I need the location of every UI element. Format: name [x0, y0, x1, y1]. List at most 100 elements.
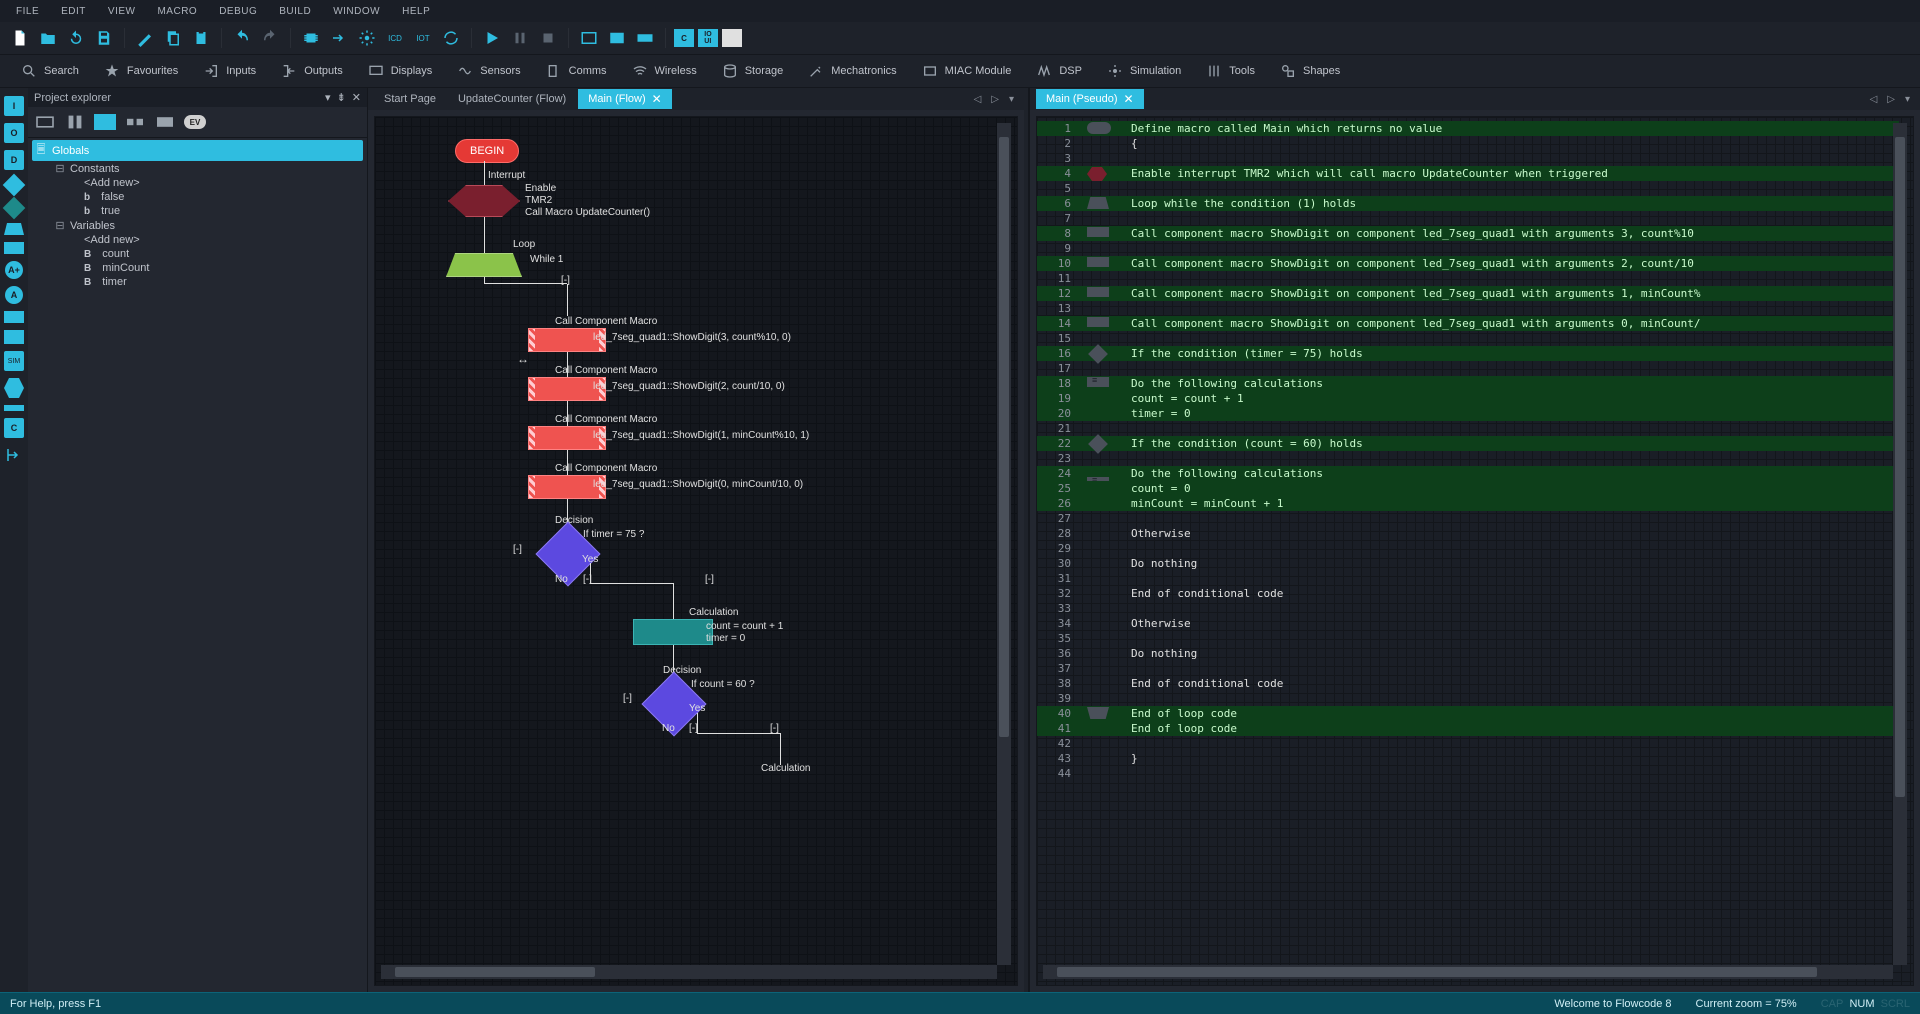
et-ports-icon[interactable]: [34, 113, 56, 131]
tbx-decision-icon[interactable]: [3, 174, 26, 197]
tree-item[interactable]: B count: [32, 247, 363, 261]
flow-canvas[interactable]: BEGIN Interrupt Enable TMR2 Call Macro U…: [375, 117, 1017, 985]
pseudo-line[interactable]: 29: [1037, 541, 1899, 556]
pause-icon[interactable]: [508, 26, 532, 50]
pseudo-line[interactable]: 43}: [1037, 751, 1899, 766]
pseudo-line[interactable]: 30 Do nothing: [1037, 556, 1899, 571]
box-blank-icon[interactable]: [722, 29, 742, 47]
menu-view[interactable]: VIEW: [98, 4, 146, 19]
reload-icon[interactable]: [64, 26, 88, 50]
play-icon[interactable]: [480, 26, 504, 50]
comp-miac[interactable]: MIAC Module: [909, 59, 1024, 83]
tbx-switch-icon[interactable]: [3, 197, 26, 220]
undo-icon[interactable]: [230, 26, 254, 50]
pseudo-line[interactable]: 4 Enable interrupt TMR2 which will call …: [1037, 166, 1899, 181]
pseudo-line[interactable]: 36 Do nothing: [1037, 646, 1899, 661]
collapse-marker[interactable]: [-]: [770, 723, 779, 734]
comp-displays[interactable]: Displays: [355, 59, 445, 83]
collapse-marker[interactable]: [-]: [561, 275, 570, 286]
pseudo-line[interactable]: 3: [1037, 151, 1899, 166]
tbx-input-icon[interactable]: I: [4, 96, 24, 116]
scrollbar-vertical[interactable]: [997, 123, 1011, 965]
tbx-interrupt-icon[interactable]: [4, 378, 24, 398]
tab-startpage[interactable]: Start Page: [374, 90, 446, 108]
tab-menu-icon[interactable]: ▾: [1005, 94, 1018, 105]
tree-item[interactable]: B timer: [32, 275, 363, 289]
comp-search[interactable]: Search: [8, 59, 91, 83]
pseudo-line[interactable]: 21: [1037, 421, 1899, 436]
compile-chip-icon[interactable]: [299, 26, 323, 50]
tab-main-flow[interactable]: Main (Flow)✕: [578, 89, 672, 109]
redo-icon[interactable]: [258, 26, 282, 50]
pseudo-line[interactable]: 11: [1037, 271, 1899, 286]
tbx-connection-icon[interactable]: [4, 223, 24, 235]
pseudo-line[interactable]: 17: [1037, 361, 1899, 376]
tbx-goto-icon[interactable]: [4, 445, 24, 465]
tab-updatecounter[interactable]: UpdateCounter (Flow): [448, 90, 576, 108]
scrollbar-horizontal[interactable]: [381, 965, 997, 979]
tbx-delay-icon[interactable]: D: [4, 150, 24, 170]
panel1-icon[interactable]: [577, 26, 601, 50]
menu-window[interactable]: WINDOW: [323, 4, 390, 19]
tbx-calc-icon[interactable]: [4, 330, 24, 344]
panel-pin-icon[interactable]: ⇟: [337, 91, 346, 104]
et-components-icon[interactable]: [124, 113, 146, 131]
panel-dropdown-icon[interactable]: ▾: [325, 91, 331, 104]
pseudo-line[interactable]: 22 If the condition (count = 60) holds: [1037, 436, 1899, 451]
tbx-code-icon[interactable]: [4, 405, 24, 411]
tab-prev-icon[interactable]: ◁: [970, 94, 986, 105]
comp-simulation[interactable]: Simulation: [1094, 59, 1193, 83]
comp-mech[interactable]: Mechatronics: [795, 59, 908, 83]
pseudo-line[interactable]: 40 End of loop code: [1037, 706, 1899, 721]
pseudo-line[interactable]: 7: [1037, 211, 1899, 226]
pseudo-line[interactable]: 5: [1037, 181, 1899, 196]
copy-icon[interactable]: [161, 26, 185, 50]
pseudo-line[interactable]: 38 End of conditional code: [1037, 676, 1899, 691]
pseudo-line[interactable]: 41 End of loop code: [1037, 721, 1899, 736]
tbx-user-icon[interactable]: A: [5, 286, 23, 304]
pseudo-line[interactable]: 34 Otherwise: [1037, 616, 1899, 631]
et-panel-icon[interactable]: [154, 113, 176, 131]
comp-comms[interactable]: Comms: [533, 59, 619, 83]
pseudo-line[interactable]: 44: [1037, 766, 1899, 781]
tab-close-icon[interactable]: ✕: [652, 92, 662, 106]
comp-sensors[interactable]: Sensors: [444, 59, 532, 83]
tab-close-icon[interactable]: ✕: [1124, 92, 1134, 106]
icd-icon[interactable]: ICD: [383, 26, 407, 50]
stop-icon[interactable]: [536, 26, 560, 50]
tree-variables[interactable]: ⊟Variables: [32, 218, 363, 233]
pseudo-line[interactable]: 2{: [1037, 136, 1899, 151]
collapse-marker[interactable]: [-]: [623, 693, 632, 704]
panel-close-icon[interactable]: ✕: [352, 91, 361, 104]
scrollbar-horizontal[interactable]: [1043, 965, 1893, 979]
pseudo-line[interactable]: 39: [1037, 691, 1899, 706]
collapse-marker[interactable]: [-]: [513, 544, 522, 555]
scrollbar-vertical[interactable]: [1893, 123, 1907, 965]
comp-wireless[interactable]: Wireless: [619, 59, 709, 83]
gear-icon[interactable]: [355, 26, 379, 50]
comp-favourites[interactable]: Favourites: [91, 59, 190, 83]
pseudo-line[interactable]: 18 Do the following calculations: [1037, 376, 1899, 391]
pseudo-line[interactable]: 1Define macro called Main which returns …: [1037, 121, 1899, 136]
tree-root[interactable]: 🗏 Globals: [32, 140, 363, 161]
box-c-icon[interactable]: C: [674, 29, 694, 47]
sync-icon[interactable]: [439, 26, 463, 50]
pseudo-canvas[interactable]: 1Define macro called Main which returns …: [1037, 117, 1913, 985]
flow-loop[interactable]: [446, 253, 522, 277]
et-globals-icon[interactable]: [64, 113, 86, 131]
tab-next-icon[interactable]: ▷: [987, 94, 1003, 105]
tree-item[interactable]: <Add new>: [32, 233, 363, 247]
pseudo-line[interactable]: 10 Call component macro ShowDigit on com…: [1037, 256, 1899, 271]
flow-begin[interactable]: BEGIN: [455, 139, 519, 163]
pseudo-line[interactable]: 13: [1037, 301, 1899, 316]
pseudo-line[interactable]: 6 Loop while the condition (1) holds: [1037, 196, 1899, 211]
tab-next-icon[interactable]: ▷: [1883, 94, 1899, 105]
pseudo-line[interactable]: 9: [1037, 241, 1899, 256]
flow-calc-1[interactable]: [633, 619, 713, 645]
menu-file[interactable]: FILE: [6, 4, 49, 19]
flow-interrupt[interactable]: [448, 185, 520, 217]
tab-main-pseudo[interactable]: Main (Pseudo)✕: [1036, 89, 1144, 109]
tbx-output-icon[interactable]: O: [4, 123, 24, 143]
box-io-icon[interactable]: IOUI: [698, 29, 718, 47]
pseudo-line[interactable]: 37: [1037, 661, 1899, 676]
